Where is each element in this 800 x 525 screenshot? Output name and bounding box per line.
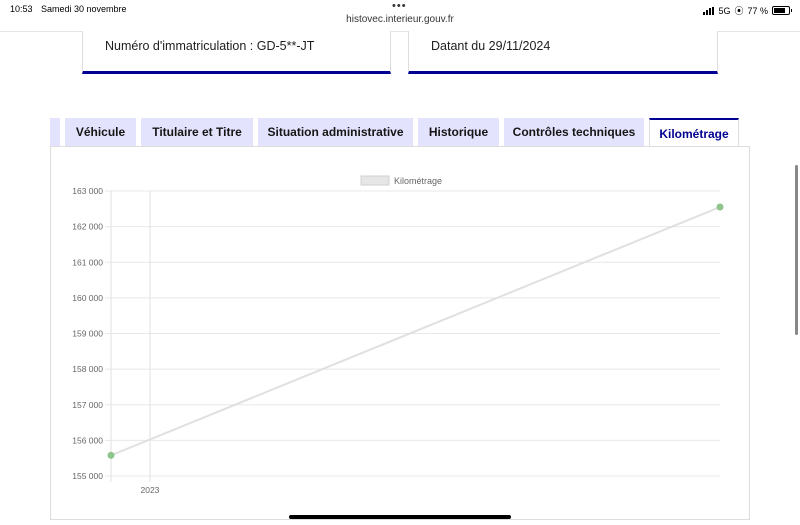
chart-legend: Kilométrage: [360, 175, 442, 186]
multitask-dots-icon[interactable]: •••: [392, 0, 407, 12]
y-tick-label: 155 000: [72, 471, 103, 481]
report-date-card: Datant du 29/11/2024: [408, 31, 718, 74]
y-tick-label: 159 000: [72, 329, 103, 339]
y-tick-label: 162 000: [72, 222, 103, 232]
legend-label: Kilométrage: [394, 176, 442, 186]
tab-historique[interactable]: Historique: [418, 118, 499, 146]
y-tick-label: 163 000: [72, 186, 103, 196]
data-point: [716, 203, 724, 211]
y-tick-label: 161 000: [72, 257, 103, 267]
tab-situation[interactable]: Situation administrative: [258, 118, 413, 146]
tab-vehicule[interactable]: Véhicule: [65, 118, 136, 146]
report-date-text: Datant du 29/11/2024: [431, 39, 551, 53]
mileage-chart: Kilométrage 163 000 162 000 161 000 160 000 1…: [72, 175, 724, 495]
series-line: [110, 206, 721, 457]
status-time: 10:53: [10, 4, 33, 14]
x-tick-label: 2023: [141, 485, 160, 495]
tab-kilometrage[interactable]: Kilométrage: [649, 118, 739, 148]
y-tick-label: 160 000: [72, 293, 103, 303]
tab-titulaire[interactable]: Titulaire et Titre: [141, 118, 253, 146]
home-indicator[interactable]: [289, 515, 511, 519]
plate-card: Numéro d'immatriculation : GD-5**-JT: [82, 31, 391, 74]
legend-swatch: [360, 175, 390, 186]
y-tick-label: 157 000: [72, 400, 103, 410]
y-tick-label: 158 000: [72, 364, 103, 374]
y-tick-label: 156 000: [72, 435, 103, 445]
tab-overflow-left[interactable]: [50, 118, 60, 146]
tab-controles[interactable]: Contrôles techniques: [504, 118, 644, 146]
url-bar[interactable]: histovec.interieur.gouv.fr: [0, 14, 800, 25]
data-point: [107, 451, 115, 459]
status-date: Samedi 30 novembre: [41, 4, 127, 14]
plate-number-text: Numéro d'immatriculation : GD-5**-JT: [105, 39, 315, 53]
scrollbar[interactable]: [795, 165, 798, 335]
